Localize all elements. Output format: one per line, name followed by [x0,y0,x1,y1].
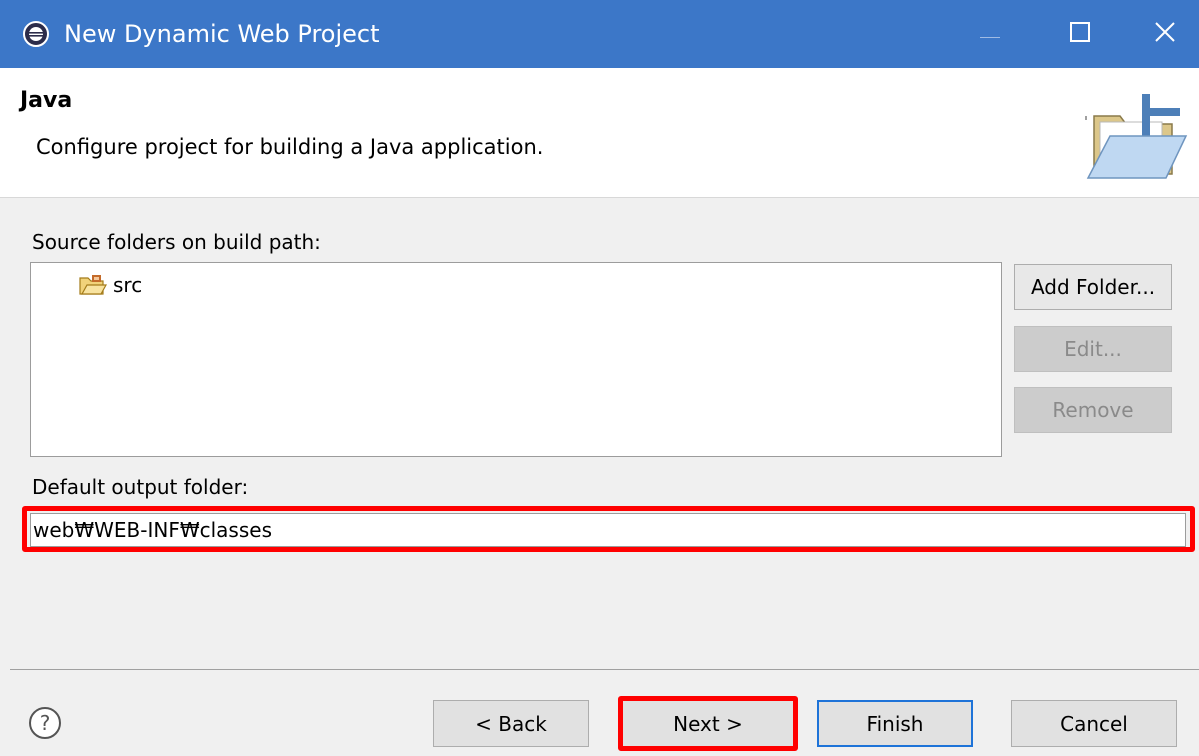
cancel-button[interactable]: Cancel [1011,700,1177,747]
back-button[interactable]: < Back [433,700,589,747]
minimize-button[interactable] [950,0,1030,68]
help-icon[interactable]: ? [28,706,62,740]
page-header: Java Configure project for building a Ja… [0,68,1199,198]
output-folder-label: Default output folder: [32,475,249,499]
next-button[interactable]: Next > [622,700,794,747]
finish-button[interactable]: Finish [817,700,973,747]
window-title: New Dynamic Web Project [64,20,380,48]
minimize-icon [980,25,1000,44]
source-folders-label: Source folders on build path: [32,230,321,254]
title-bar: New Dynamic Web Project [0,0,1199,68]
maximize-button[interactable] [1040,0,1120,68]
folder-icon [1076,86,1188,186]
close-button[interactable] [1130,0,1199,68]
maximize-icon [1070,22,1090,46]
svg-text:?: ? [40,711,51,735]
source-item-label: src [113,273,143,297]
package-folder-icon [79,274,108,296]
add-folder-button[interactable]: Add Folder... [1014,264,1172,310]
separator [10,669,1199,670]
list-item[interactable]: src [79,273,142,297]
page-description: Configure project for building a Java ap… [36,135,544,159]
output-folder-field[interactable]: web₩WEB-INF₩classes [30,513,1186,547]
eclipse-icon [22,20,50,48]
remove-button[interactable]: Remove [1014,387,1172,433]
source-folders-list[interactable]: src [30,262,1002,457]
page-title: Java [20,88,73,113]
edit-button[interactable]: Edit... [1014,326,1172,372]
close-icon [1154,21,1176,47]
